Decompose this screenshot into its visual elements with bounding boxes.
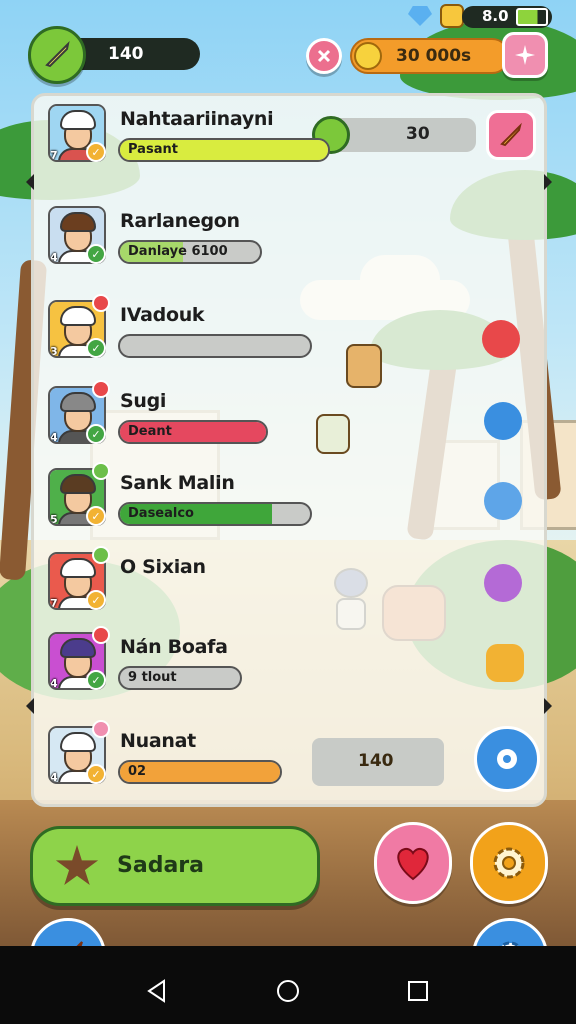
player-row[interactable]: 7 ✓ Nahtaariinayni Pasant [48,104,538,174]
player-status-text: Pasant [128,142,178,157]
recents-icon[interactable] [406,979,430,1003]
settings-gear-button[interactable] [470,822,548,904]
player-row[interactable]: 7 ✓ O Sixian [48,546,538,622]
player-status-bar [118,334,312,358]
xp-value: 140 [108,44,144,64]
xp-badge-button[interactable] [28,26,86,84]
player-name: IVadouk [120,304,205,326]
player-row[interactable]: 4 ✓ Nuanat 02 [48,720,538,796]
left-arrow-icon[interactable] [26,698,34,714]
player-level: 4 [50,251,58,264]
player-status-text: Deant [128,424,172,439]
player-level: 5 [50,513,58,526]
player-name: Nán Boafa [120,636,228,658]
player-row[interactable]: 5 ✓ Sank Malin Dasealco [48,462,538,538]
flower-badge-icon [92,546,110,564]
player-list-panel: 30 140 7 ✓ Nahtaariinayni Pasant 4 ✓ Rar… [26,93,552,807]
player-status-bar: Danlaye 6100 [118,240,262,264]
player-row[interactable]: 4 ✓ Nán Boafa 9 tlout [48,626,538,702]
coin-icon [354,42,382,70]
player-level: 7 [50,149,58,162]
status-check-icon: ✓ [86,142,106,162]
player-status-text: Danlaye 6100 [128,244,228,259]
left-arrow-icon[interactable] [26,174,34,190]
player-row[interactable]: 4 ✓ Sugi Deant [48,380,538,456]
gold-badge-icon [440,4,464,28]
flower-badge-icon [92,720,110,738]
flower-badge-icon [92,626,110,644]
status-check-icon: ✓ [86,764,106,784]
player-status-bar: Pasant [118,138,330,162]
close-icon [317,49,331,63]
player-status-text: Dasealco [128,506,194,521]
main-action-label: Sadara [117,853,204,878]
player-name: Rarlanegon [120,210,240,232]
home-icon[interactable] [275,978,301,1004]
right-arrow-icon[interactable] [544,174,552,190]
sparkle-icon [515,45,535,65]
player-status-bar: Deant [118,420,268,444]
star-icon [55,845,99,886]
right-arrow-icon[interactable] [544,698,552,714]
player-level: 4 [50,771,58,784]
player-name: Nuanat [120,730,196,752]
flower-badge-icon [92,462,110,480]
coins-value: 30 000s [396,46,472,66]
top-right-value: 8.0 [482,7,509,25]
back-icon[interactable] [144,978,170,1004]
heart-button[interactable] [374,822,452,904]
player-status-bar: 02 [118,760,282,784]
coins-add-button[interactable] [502,32,548,78]
gear-icon [493,847,525,879]
battery-icon [516,8,548,26]
player-status-bar: Dasealco [118,502,312,526]
status-check-icon: ✓ [86,338,106,358]
player-row[interactable]: 4 ✓ Rarlanegon Danlaye 6100 [48,206,538,276]
status-check-icon: ✓ [86,670,106,690]
player-status-bar: 9 tlout [118,666,242,690]
player-level: 4 [50,677,58,690]
player-name: Nahtaariinayni [120,108,274,130]
close-button[interactable] [306,38,342,74]
player-name: Sugi [120,390,167,412]
player-level: 4 [50,431,58,444]
status-check-icon: ✓ [86,424,106,444]
flower-badge-icon [92,380,110,398]
status-check-icon: ✓ [86,244,106,264]
player-status-text: 02 [128,764,147,779]
player-status-text: 9 tlout [128,670,177,685]
system-navigation-bar [0,946,576,1024]
player-name: O Sixian [120,556,206,578]
status-check-icon: ✓ [86,590,106,610]
status-check-icon: ✓ [86,506,106,526]
heart-icon [397,847,429,881]
flower-badge-icon [92,294,110,312]
player-level: 3 [50,345,58,358]
player-name: Sank Malin [120,472,235,494]
player-row[interactable]: 3 ✓ IVadouk [48,294,538,370]
player-level: 7 [50,597,58,610]
main-action-button[interactable]: Sadara [30,826,320,906]
sword-icon [45,40,70,68]
